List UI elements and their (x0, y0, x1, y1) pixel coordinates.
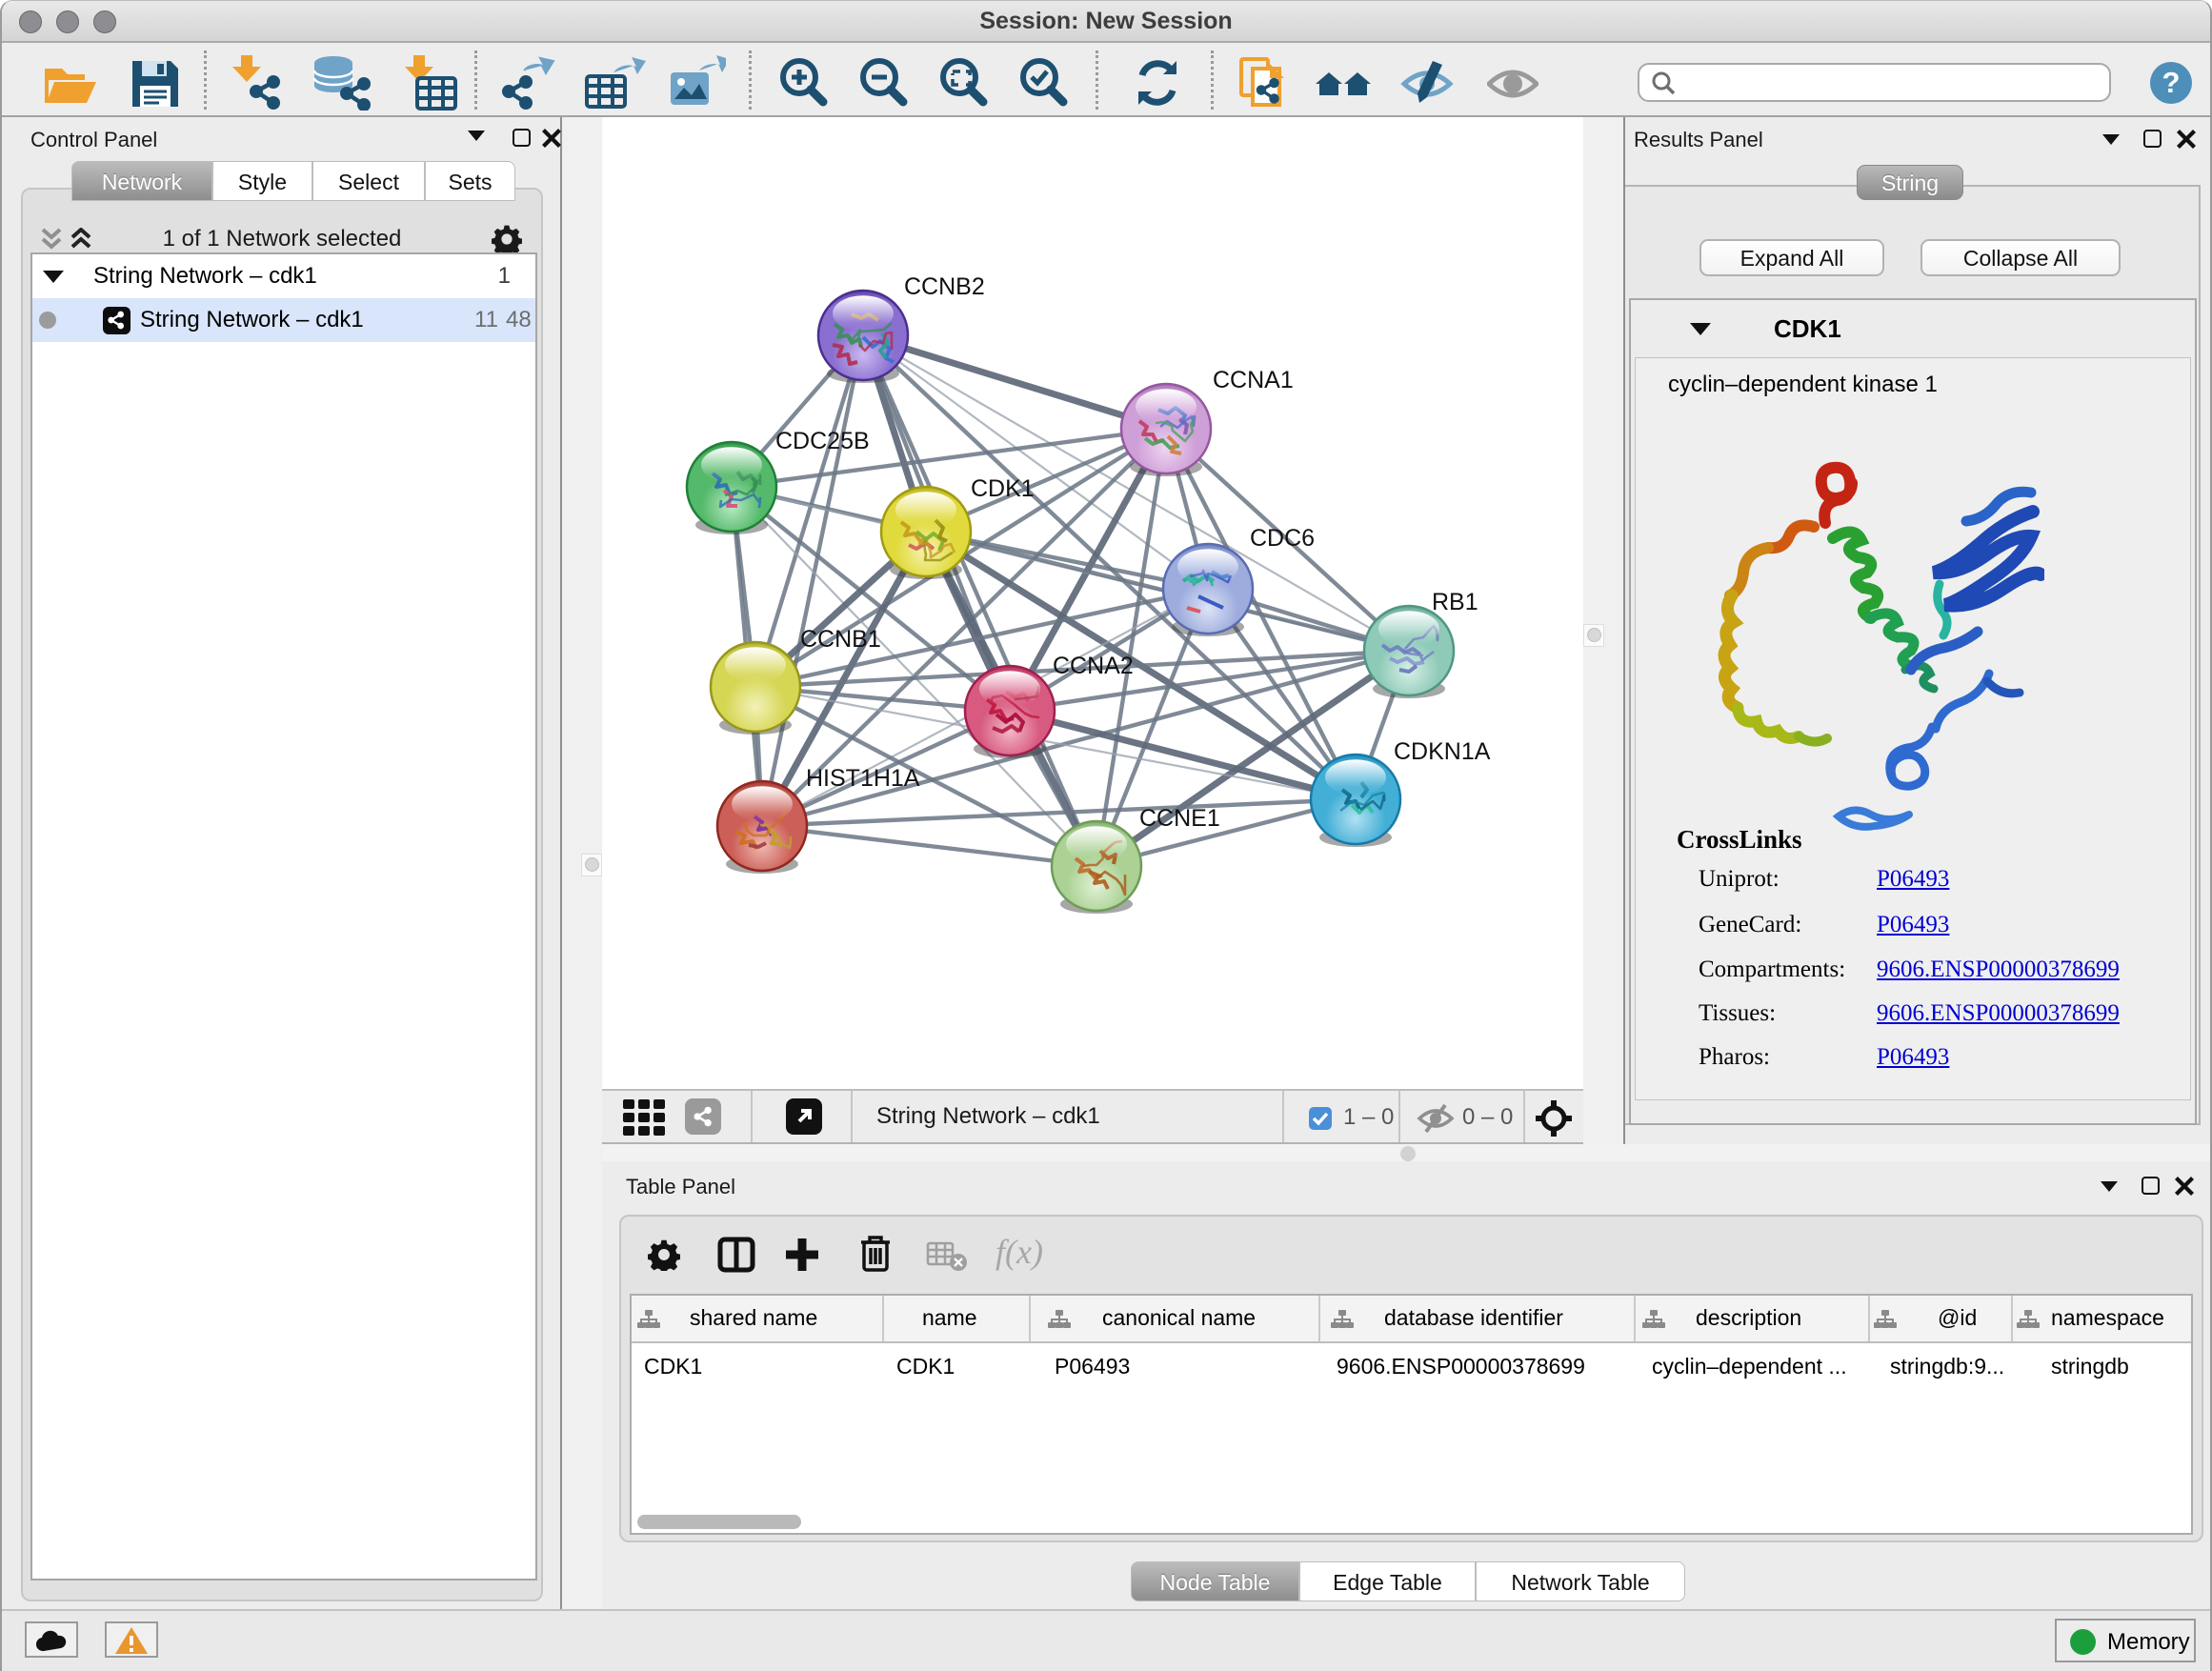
svg-text:CCNB1: CCNB1 (800, 626, 881, 653)
svg-text:HIST1H1A: HIST1H1A (806, 765, 920, 792)
svg-text:CCNA2: CCNA2 (1053, 653, 1134, 679)
svg-text:CCNE1: CCNE1 (1139, 805, 1220, 832)
svg-text:CCNB2: CCNB2 (904, 273, 985, 300)
svg-text:CCNA1: CCNA1 (1213, 367, 1294, 393)
svg-text:CDC25B: CDC25B (775, 428, 870, 454)
svg-text:f(x): f(x) (995, 1234, 1043, 1271)
svg-text:CDC6: CDC6 (1250, 525, 1315, 552)
svg-text:RB1: RB1 (1432, 589, 1478, 615)
svg-text:CDK1: CDK1 (971, 475, 1035, 502)
svg-text:CDKN1A: CDKN1A (1394, 738, 1491, 765)
